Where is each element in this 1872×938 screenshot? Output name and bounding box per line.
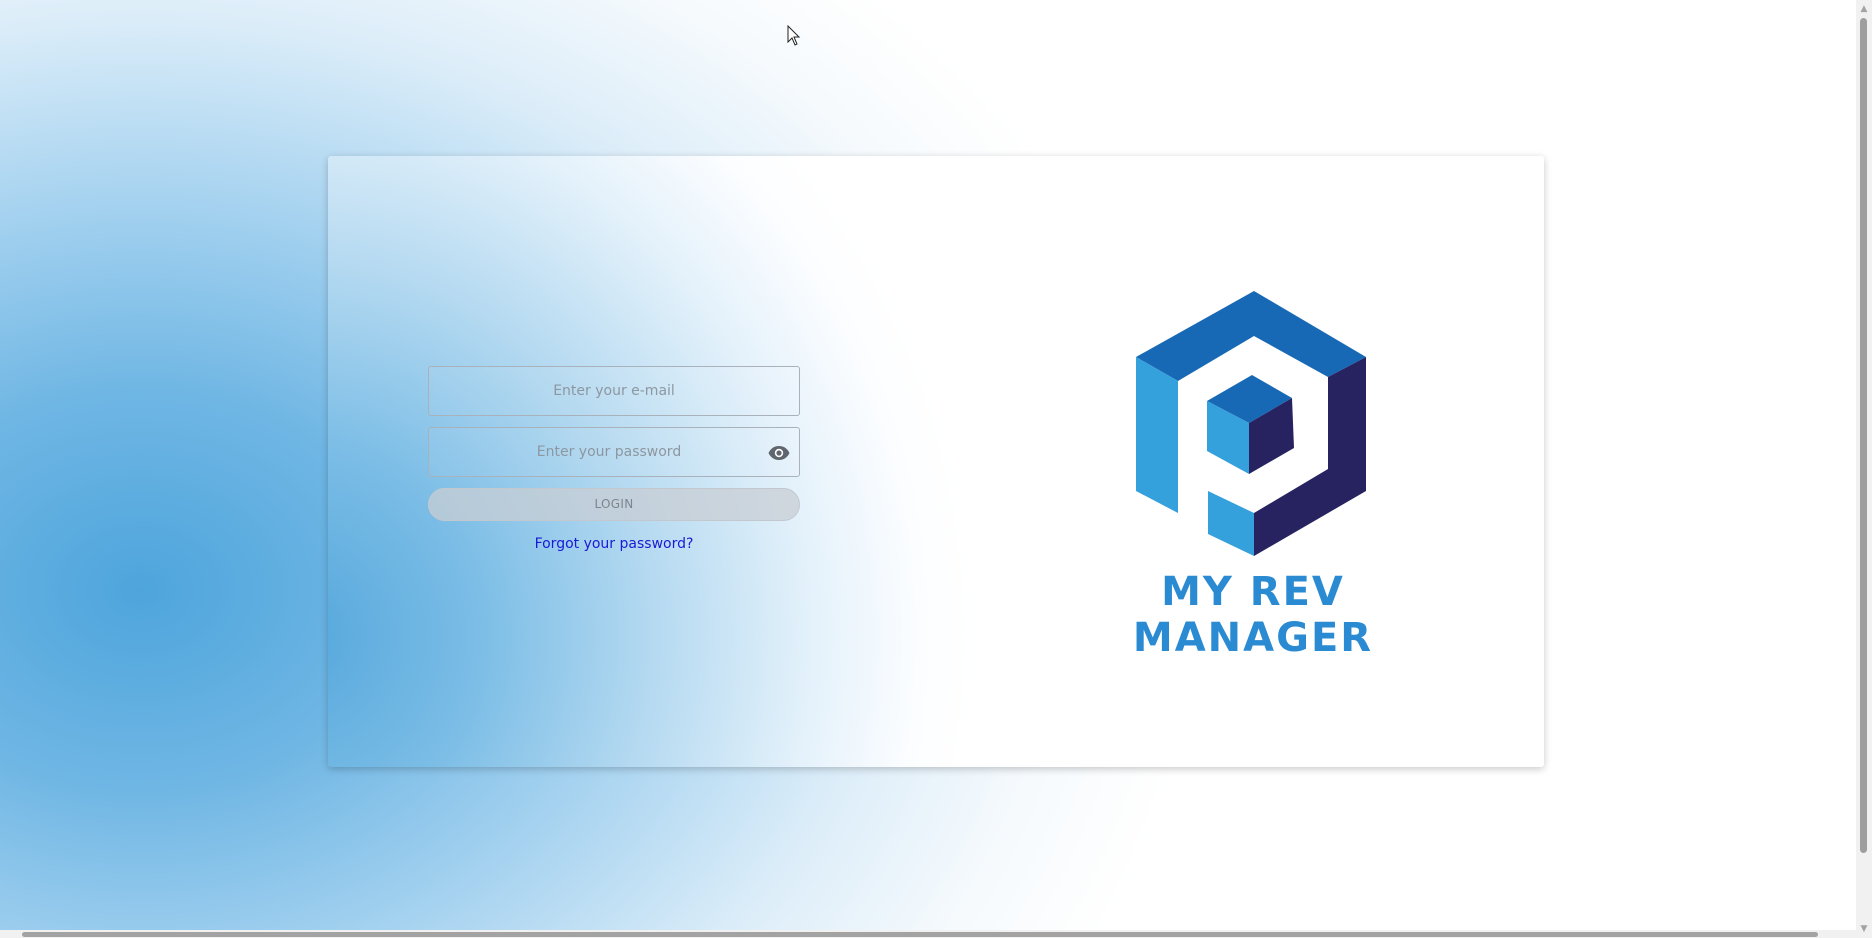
brand-logo: MY REV MANAGER <box>1043 291 1463 661</box>
vertical-scrollbar[interactable]: ▲ ▼ <box>1856 0 1872 938</box>
forgot-password-link[interactable]: Forgot your password? <box>428 536 800 552</box>
login-page: LOGIN Forgot your password? MY REV M <box>0 0 1856 928</box>
email-field[interactable] <box>429 367 799 415</box>
mouse-cursor-icon <box>787 25 801 46</box>
eye-icon[interactable] <box>767 441 791 465</box>
email-field-wrapper <box>428 366 800 416</box>
login-card: LOGIN Forgot your password? MY REV M <box>328 156 1544 767</box>
login-form: LOGIN Forgot your password? <box>428 366 800 552</box>
password-field-wrapper <box>428 427 800 477</box>
horizontal-scrollbar[interactable] <box>0 930 1856 938</box>
horizontal-scroll-thumb[interactable] <box>22 932 1818 937</box>
scroll-up-arrow-icon[interactable]: ▲ <box>1856 2 1872 16</box>
cube-p-logo-icon <box>1136 291 1366 556</box>
vertical-scroll-thumb[interactable] <box>1860 18 1867 853</box>
password-field[interactable] <box>429 428 799 476</box>
scroll-down-arrow-icon[interactable]: ▼ <box>1856 922 1872 936</box>
brand-name: MY REV MANAGER <box>1132 569 1374 661</box>
login-button[interactable]: LOGIN <box>428 488 800 521</box>
